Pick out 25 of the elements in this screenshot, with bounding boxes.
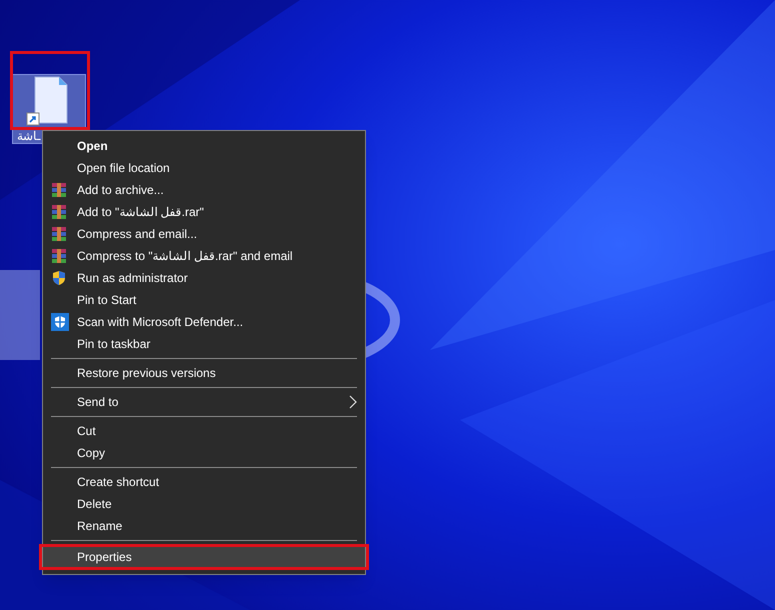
- books-icon: [51, 204, 67, 220]
- books-icon: [51, 226, 67, 242]
- books-icon: [51, 248, 67, 264]
- menu-item[interactable]: Copy: [43, 442, 365, 464]
- menu-item[interactable]: Delete: [43, 493, 365, 515]
- chevron-right-icon: [349, 395, 357, 409]
- icon-label: ـاشة: [17, 128, 41, 145]
- menu-item[interactable]: Open file location: [43, 157, 365, 179]
- menu-item[interactable]: Rename: [43, 515, 365, 537]
- menu-item[interactable]: Add to archive...: [43, 179, 365, 201]
- menu-item[interactable]: Compress and email...: [43, 223, 365, 245]
- menu-item[interactable]: Run as administrator: [43, 267, 365, 289]
- menu-item[interactable]: Add to "قفل الشاشة.rar": [43, 201, 365, 223]
- books-icon: [51, 182, 67, 198]
- menu-item[interactable]: Compress to "قفل الشاشة.rar" and email: [43, 245, 365, 267]
- menu-item[interactable]: Properties: [43, 546, 365, 568]
- menu-item[interactable]: Scan with Microsoft Defender...: [43, 311, 365, 333]
- menu-item[interactable]: Restore previous versions: [43, 362, 365, 384]
- menu-item[interactable]: Cut: [43, 420, 365, 442]
- menu-item[interactable]: Pin to Start: [43, 289, 365, 311]
- menu-item[interactable]: Pin to taskbar: [43, 333, 365, 355]
- shield-icon: [51, 270, 67, 286]
- menu-item[interactable]: Create shortcut: [43, 471, 365, 493]
- menu-item[interactable]: Send to: [43, 391, 365, 413]
- shield-icon: [51, 313, 69, 331]
